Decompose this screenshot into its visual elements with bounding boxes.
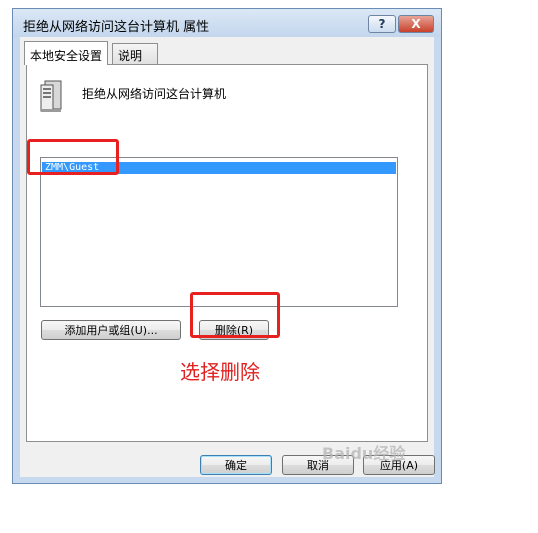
policy-title: 拒绝从网络访问这台计算机 <box>82 87 227 101</box>
tab-local-security-setting[interactable]: 本地安全设置 <box>24 41 109 65</box>
ok-button[interactable]: 确定 <box>200 455 272 475</box>
user-group-list[interactable]: ZMM\Guest <box>40 157 398 307</box>
server-icon <box>40 80 62 112</box>
watermark: Baidu经验 <box>322 444 406 463</box>
help-icon: ? <box>378 17 386 31</box>
properties-dialog: 拒绝从网络访问这台计算机 属性 ? X 本地安全设置 说明 拒绝从网络访问这台计… <box>12 8 442 484</box>
tab-explain[interactable]: 说明 <box>112 43 158 64</box>
dialog-client: 本地安全设置 说明 拒绝从网络访问这台计算机 ZMM\Guest 添加用户或组(… <box>20 37 435 477</box>
add-user-or-group-button[interactable]: 添加用户或组(U)... <box>41 320 181 340</box>
highlight-box-remove-button <box>190 292 280 338</box>
window-title: 拒绝从网络访问这台计算机 属性 <box>23 20 210 35</box>
highlight-box-list-item <box>27 139 119 175</box>
title-bar[interactable]: 拒绝从网络访问这台计算机 属性 ? X <box>13 9 441 37</box>
help-button[interactable]: ? <box>368 15 396 33</box>
close-icon: X <box>411 17 421 31</box>
annotation-text: 选择删除 <box>180 360 260 384</box>
close-button[interactable]: X <box>398 15 434 33</box>
tab-panel: 拒绝从网络访问这台计算机 ZMM\Guest 添加用户或组(U)... 删除(R… <box>26 64 428 442</box>
